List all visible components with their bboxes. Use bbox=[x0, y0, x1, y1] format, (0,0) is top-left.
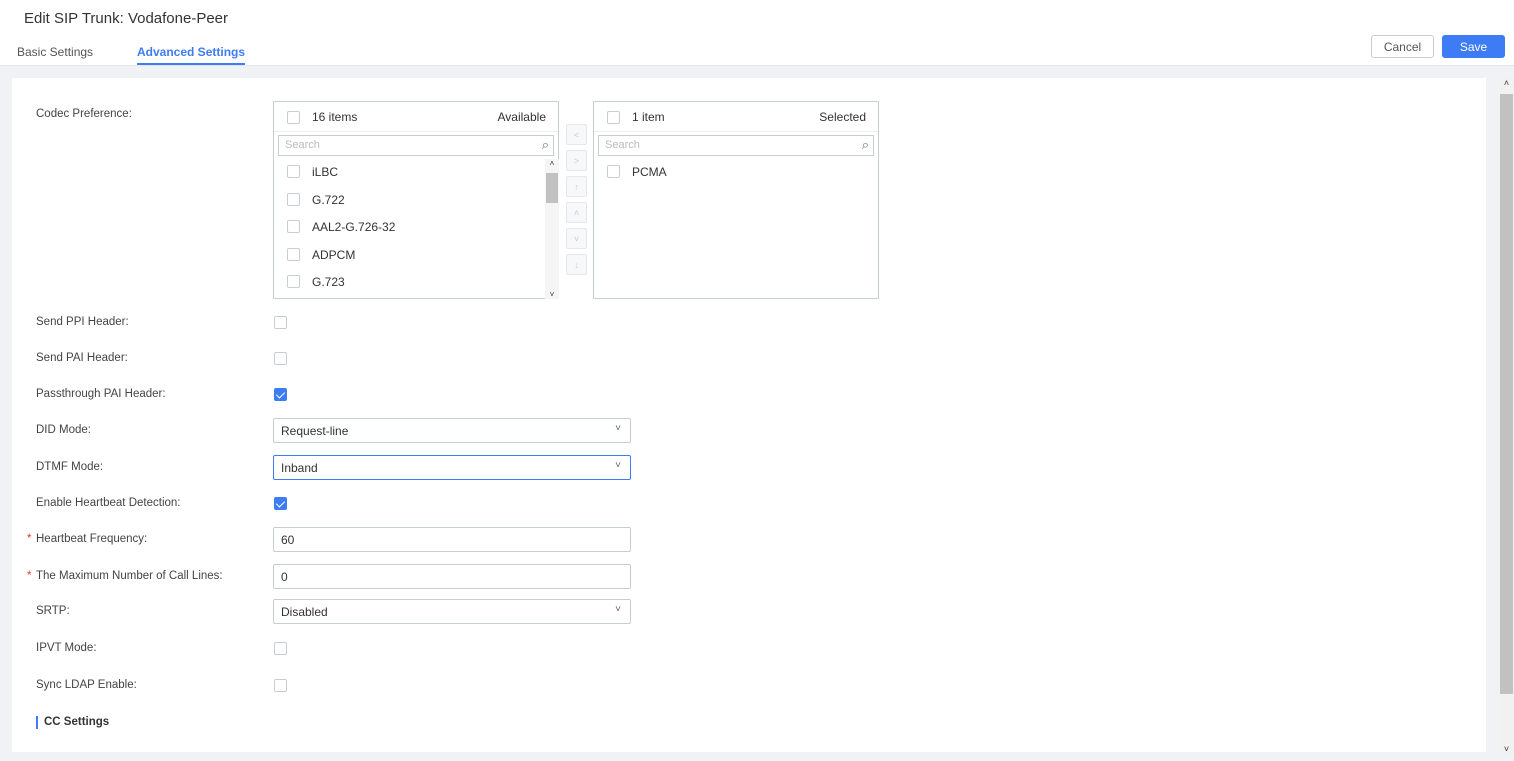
selected-count: 1 item bbox=[632, 110, 665, 124]
selected-search-input[interactable]: Search ⌕ bbox=[598, 135, 874, 156]
available-codecs-list: 16 items Available Search ⌕ iLBC G.722 AAL… bbox=[273, 101, 559, 299]
move-bottom-button[interactable]: ↓ bbox=[566, 254, 587, 275]
passthrough-pai-checkbox[interactable] bbox=[274, 388, 287, 401]
list-item[interactable]: ADPCM bbox=[312, 248, 355, 262]
selected-title: Selected bbox=[819, 110, 866, 124]
max-call-lines-label: * The Maximum Number of Call Lines: bbox=[27, 570, 223, 582]
move-left-button[interactable]: < bbox=[566, 124, 587, 145]
label-text: Heartbeat Frequency: bbox=[36, 533, 148, 545]
page-scrollbar[interactable]: ˄ ˅ bbox=[1499, 78, 1514, 754]
dtmf-mode-value: Inband bbox=[281, 460, 318, 475]
max-call-lines-input[interactable]: 0 bbox=[273, 564, 631, 589]
tab-advanced-settings[interactable]: Advanced Settings bbox=[137, 45, 246, 65]
list-item[interactable]: PCMA bbox=[632, 165, 667, 179]
did-mode-value: Request-line bbox=[281, 423, 349, 438]
send-ppi-label: Send PPI Header: bbox=[36, 316, 129, 328]
srtp-label: SRTP: bbox=[36, 605, 70, 617]
did-mode-select[interactable]: Request-line ˅ bbox=[273, 418, 631, 443]
move-up-button[interactable]: ˄ bbox=[566, 202, 587, 223]
search-placeholder: Search bbox=[285, 139, 320, 151]
srtp-value: Disabled bbox=[281, 604, 328, 619]
codec-checkbox[interactable] bbox=[287, 275, 300, 288]
codec-checkbox[interactable] bbox=[287, 248, 300, 261]
codec-preference-label: Codec Preference: bbox=[36, 108, 132, 120]
sync-ldap-label: Sync LDAP Enable: bbox=[36, 679, 137, 691]
list-item[interactable]: G.723 bbox=[312, 275, 345, 289]
available-count: 16 items bbox=[312, 110, 358, 124]
selected-codecs-list: 1 item Selected Search ⌕ PCMA bbox=[593, 101, 879, 299]
heartbeat-frequency-label: * Heartbeat Frequency: bbox=[27, 533, 148, 545]
available-title: Available bbox=[497, 110, 546, 124]
heartbeat-label: Enable Heartbeat Detection: bbox=[36, 497, 181, 509]
required-mark: * bbox=[27, 533, 32, 545]
dtmf-mode-select[interactable]: Inband ˅ bbox=[273, 455, 631, 480]
heartbeat-frequency-input[interactable]: 60 bbox=[273, 527, 631, 552]
send-pai-label: Send PAI Header: bbox=[36, 352, 128, 364]
search-icon: ⌕ bbox=[861, 137, 869, 152]
codec-checkbox[interactable] bbox=[287, 193, 300, 206]
ipvt-mode-label: IPVT Mode: bbox=[36, 642, 97, 654]
available-search-input[interactable]: Search ⌕ bbox=[278, 135, 554, 156]
send-ppi-checkbox[interactable] bbox=[274, 316, 287, 329]
select-all-available-checkbox[interactable] bbox=[287, 111, 300, 124]
sync-ldap-checkbox[interactable] bbox=[274, 679, 287, 692]
select-all-selected-checkbox[interactable] bbox=[607, 111, 620, 124]
move-right-button[interactable]: > bbox=[566, 150, 587, 171]
list-scrollbar[interactable]: ˄ ˅ bbox=[545, 159, 559, 299]
page-title: Edit SIP Trunk: Vodafone-Peer bbox=[24, 10, 229, 27]
codec-checkbox[interactable] bbox=[607, 165, 620, 178]
search-placeholder: Search bbox=[605, 139, 640, 151]
list-item[interactable]: iLBC bbox=[312, 165, 338, 179]
move-down-button[interactable]: ˅ bbox=[566, 228, 587, 249]
chevron-down-icon: ˅ bbox=[615, 604, 621, 615]
list-item[interactable]: AAL2-G.726-32 bbox=[312, 220, 395, 234]
codec-checkbox[interactable] bbox=[287, 220, 300, 233]
heartbeat-checkbox[interactable] bbox=[274, 497, 287, 510]
srtp-select[interactable]: Disabled ˅ bbox=[273, 599, 631, 624]
cc-settings-heading: CC Settings bbox=[36, 716, 109, 729]
label-text: The Maximum Number of Call Lines: bbox=[36, 570, 223, 582]
codec-checkbox[interactable] bbox=[287, 165, 300, 178]
move-top-button[interactable]: ↑ bbox=[566, 176, 587, 197]
send-pai-checkbox[interactable] bbox=[274, 352, 287, 365]
ipvt-mode-checkbox[interactable] bbox=[274, 642, 287, 655]
tab-basic-settings[interactable]: Basic Settings bbox=[17, 45, 93, 63]
search-icon: ⌕ bbox=[541, 137, 549, 152]
chevron-down-icon: ˅ bbox=[615, 460, 621, 471]
did-mode-label: DID Mode: bbox=[36, 424, 91, 436]
dtmf-mode-label: DTMF Mode: bbox=[36, 461, 104, 473]
required-mark: * bbox=[27, 570, 32, 582]
save-button[interactable]: Save bbox=[1442, 35, 1505, 58]
list-item[interactable]: G.722 bbox=[312, 193, 345, 207]
passthrough-pai-label: Passthrough PAI Header: bbox=[36, 388, 166, 400]
page-header: Edit SIP Trunk: Vodafone-Peer Basic Sett… bbox=[0, 0, 1514, 66]
cancel-button[interactable]: Cancel bbox=[1371, 35, 1434, 58]
chevron-down-icon: ˅ bbox=[615, 423, 621, 434]
